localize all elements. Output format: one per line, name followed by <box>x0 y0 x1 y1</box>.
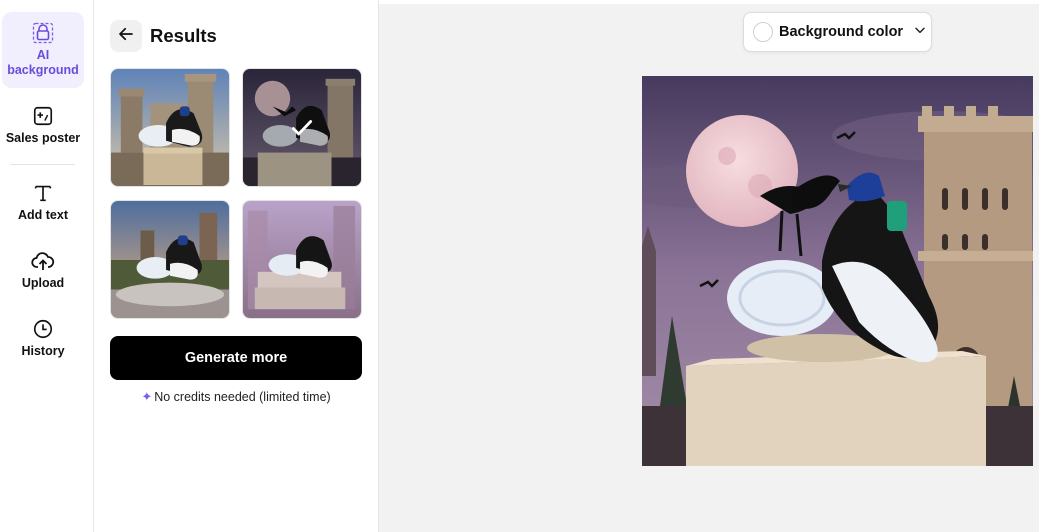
sidebar-item-history[interactable]: History <box>2 317 84 367</box>
sidebar-item-label: AI background <box>7 48 79 77</box>
background-color-label: Background color <box>779 24 904 40</box>
color-swatch <box>753 22 773 42</box>
sparkle-icon: ✦ <box>141 389 153 404</box>
generate-more-button[interactable]: Generate more <box>110 336 362 380</box>
canvas-top-strip <box>379 0 1039 4</box>
chevron-down-icon <box>913 23 927 42</box>
result-thumbnail-3[interactable] <box>110 200 230 319</box>
result-thumbnail-1[interactable] <box>110 68 230 187</box>
sidebar-item-label: Upload <box>21 276 65 290</box>
credits-note-text: No credits needed (limited time) <box>154 390 331 404</box>
back-button[interactable] <box>110 20 142 52</box>
sidebar-item-label: Add text <box>18 208 68 222</box>
background-color-dropdown[interactable]: Background color <box>743 12 932 52</box>
credits-note: ✦ No credits needed (limited time) <box>110 389 362 405</box>
text-icon <box>31 181 55 205</box>
result-thumbnail-4[interactable] <box>242 200 362 319</box>
arrow-left-icon <box>117 25 135 48</box>
sidebar-item-upload[interactable]: Upload <box>2 249 84 299</box>
sidebar-item-label: History <box>21 344 65 358</box>
results-panel: Results Generate more ✦ No credits neede… <box>94 0 379 532</box>
tool-sidebar: AI background Sales poster Add text Uplo… <box>0 0 94 532</box>
panel-title: Results <box>150 25 217 46</box>
upload-icon <box>31 249 55 273</box>
sidebar-item-ai-background[interactable]: AI background <box>2 12 84 88</box>
poster-icon <box>31 104 55 128</box>
sidebar-item-sales-poster[interactable]: Sales poster <box>2 104 84 154</box>
sidebar-item-add-text[interactable]: Add text <box>2 181 84 231</box>
preview-image[interactable] <box>642 76 1033 466</box>
clock-icon <box>31 317 55 341</box>
checkmark-icon <box>289 115 315 141</box>
result-thumbnail-2[interactable] <box>242 68 362 187</box>
sidebar-item-label: Sales poster <box>5 131 81 145</box>
bag-icon <box>31 21 55 45</box>
sidebar-divider <box>10 164 75 165</box>
